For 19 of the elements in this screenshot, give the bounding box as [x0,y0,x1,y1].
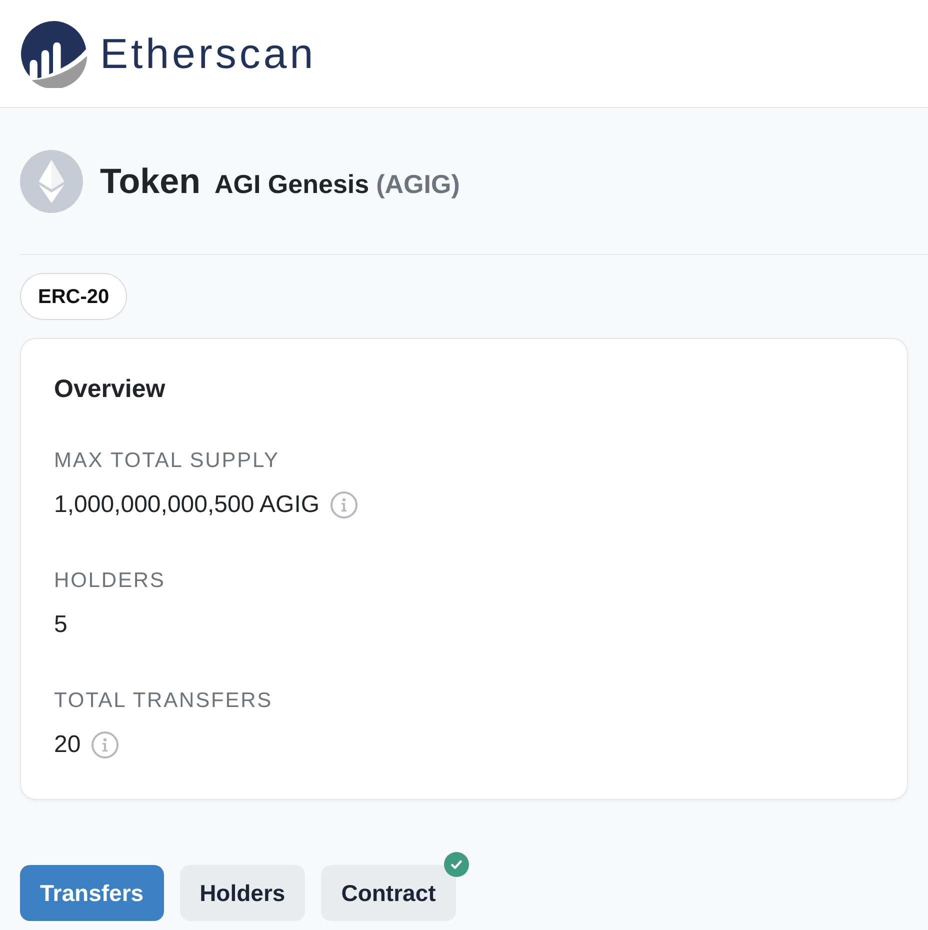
info-icon[interactable] [330,491,358,519]
field-label: MAX TOTAL SUPPLY [54,448,280,474]
ethereum-icon [20,150,83,213]
field-value: 5 [54,610,68,640]
logo-icon [20,20,88,88]
tab[interactable]: Transfers [20,865,164,921]
token-name: AGI Genesis [214,171,370,197]
field-label: TOTAL TRANSFERS [54,688,273,714]
info-icon[interactable] [90,731,119,759]
page-heading: Token [100,164,200,199]
card-title: Overview [54,374,166,405]
field-value: 20 [54,730,81,760]
tab[interactable]: Holders [180,865,306,921]
token-symbol: (AGIG) [376,171,460,197]
field-value: 1,000,000,000,500 AGIG [54,490,320,520]
logo-text[interactable]: Etherscan [100,32,316,74]
token-standard-badge: ERC-20 [20,273,128,320]
tab[interactable]: Contract [321,865,456,921]
field-label: HOLDERS [54,568,166,594]
